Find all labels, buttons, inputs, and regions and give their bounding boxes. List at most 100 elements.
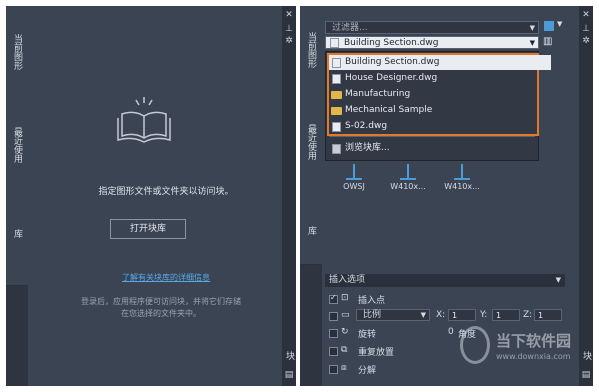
file-icon (332, 122, 341, 132)
chevron-down-icon: ▼ (529, 39, 535, 47)
watermark: 当下软件园 www.downxia.com (460, 324, 572, 370)
insert-options-title: 插入选项 (329, 275, 366, 285)
tab-library[interactable]: 库 (300, 190, 322, 265)
explode-icon: ⧈ (341, 363, 347, 373)
dropdown-divider (329, 136, 535, 137)
filter-placeholder: 过滤器... (332, 23, 368, 33)
repeat-placement-label: 重复放置 (358, 348, 395, 358)
z-label: Z: (523, 310, 533, 320)
block-glyph (353, 164, 355, 178)
chevron-down-icon: ▼ (420, 311, 426, 319)
tab-current-drawing[interactable]: 当前图形 (300, 6, 322, 99)
block-tile[interactable]: W410x... (388, 164, 428, 198)
gear-icon[interactable]: ✲ (581, 36, 591, 46)
x-scale-input[interactable]: 1 (448, 309, 476, 321)
block-glyph (461, 164, 463, 178)
block-name: OWSJ (343, 182, 365, 191)
y-scale-input[interactable]: 1 (492, 309, 520, 321)
right-title-strip: ✕ ⊥ ✲ 块 ▤ (579, 6, 593, 386)
tab-label: 最近使用 (306, 124, 316, 160)
tab-recent[interactable]: 最近使用 (300, 98, 322, 191)
palette-menu-icon[interactable]: ▤ (581, 370, 591, 380)
info-line-1: 登录后，应用程序便可访问块，并将它们存储 (81, 297, 241, 306)
dropdown-item-label: S-02.dwg (345, 121, 388, 131)
chevron-down-icon[interactable]: ▼ (557, 20, 562, 28)
open-book-icon (114, 94, 174, 144)
scale-checkbox[interactable] (329, 312, 338, 321)
folder-icon (331, 107, 342, 115)
x-label: X: (436, 310, 446, 320)
tab-label: 库 (12, 229, 22, 238)
scale-mode-select[interactable]: 比例 ▼ (356, 309, 430, 321)
block-tile[interactable]: W410x... (442, 164, 482, 198)
library-file-name: Building Section.dwg (344, 38, 439, 48)
dropdown-item-label: Building Section.dwg (345, 57, 440, 67)
browse-library-icon[interactable]: ▥ (543, 36, 555, 49)
repeat-icon: ⧉ (341, 345, 348, 355)
watermark-logo (460, 326, 490, 364)
view-mode-icon[interactable] (544, 21, 554, 31)
info-line-2: 在您选择的文件夹中。 (121, 309, 201, 318)
block-name: W410x... (390, 182, 426, 191)
filter-combo[interactable]: 过滤器... ▼ (325, 21, 539, 34)
dropdown-item[interactable]: Building Section.dwg (329, 55, 551, 70)
angle-value: 0 (448, 327, 454, 337)
chevron-down-icon: ▼ (555, 276, 561, 284)
repeat-placement-checkbox[interactable] (329, 347, 338, 356)
watermark-url: www.downxia.com (496, 352, 571, 361)
close-icon[interactable]: ✕ (581, 10, 591, 20)
palette-menu-icon[interactable]: ▤ (284, 370, 294, 380)
dropdown-item[interactable]: S-02.dwg (329, 119, 551, 134)
explode-checkbox[interactable] (329, 365, 338, 374)
file-icon (332, 58, 341, 68)
learn-more-link[interactable]: 了解有关块库的详细信息 (46, 272, 286, 283)
explode-label: 分解 (358, 366, 377, 376)
tab-library[interactable]: 库 (6, 193, 28, 286)
library-file-combo[interactable]: Building Section.dwg ▼ (325, 36, 539, 49)
scale-icon: ▭ (341, 310, 350, 320)
insertion-point-checkbox[interactable] (329, 293, 338, 304)
insertion-point-icon: ⊡ (341, 293, 349, 303)
z-scale-input[interactable]: 1 (534, 309, 562, 321)
file-icon (332, 74, 341, 84)
pin-icon[interactable]: ⊥ (581, 24, 591, 34)
rotate-icon: ↻ (341, 327, 349, 337)
browse-library-item[interactable]: 浏览块库... (329, 141, 551, 156)
dropdown-item[interactable]: Mechanical Sample (329, 103, 551, 118)
block-glyph (346, 178, 362, 180)
right-tab-column: 当前图形 最近使用 库 (300, 6, 322, 386)
dropdown-item-label: Mechanical Sample (345, 105, 433, 115)
info-text: 登录后，应用程序便可访问块，并将它们存储 在您选择的文件夹中。 (36, 296, 286, 320)
watermark-title: 当下软件园 (496, 332, 572, 350)
rotation-checkbox[interactable] (329, 329, 338, 338)
dropdown-item-label: House Designer.dwg (345, 73, 438, 83)
file-icon (330, 38, 339, 48)
tab-recent[interactable]: 最近使用 (6, 101, 28, 194)
pin-icon[interactable]: ⊥ (284, 24, 294, 34)
tab-label: 当前图形 (306, 32, 316, 68)
close-icon[interactable]: ✕ (284, 10, 294, 20)
gear-icon[interactable]: ✲ (284, 36, 294, 46)
browse-library-label: 浏览块库... (345, 143, 390, 153)
insert-options-header[interactable]: 插入选项 ▼ (325, 274, 565, 287)
open-library-button[interactable]: 打开块库 (110, 219, 186, 239)
empty-message: 指定图形文件或文件夹以访问块。 (98, 187, 234, 197)
library-icon (332, 144, 341, 154)
block-glyph (407, 164, 409, 178)
chevron-down-icon: ▼ (529, 24, 535, 32)
strip-label: 块 (581, 351, 591, 360)
right-block-palette: 当前图形 最近使用 库 过滤器... ▼ ▼ Building Section.… (300, 6, 593, 386)
library-dropdown: Building Section.dwg House Designer.dwg … (325, 51, 551, 161)
block-tile[interactable]: OWSJ (336, 164, 372, 198)
left-title-strip: ✕ ⊥ ✲ 块 ▤ (282, 6, 296, 386)
block-glyph (454, 178, 470, 180)
dropdown-item[interactable]: Manufacturing (329, 87, 551, 102)
block-gallery: OWSJ W410x... W410x... (336, 164, 536, 198)
scale-mode-value: 比例 (363, 310, 382, 320)
tab-current-drawing[interactable]: 当前图形 (6, 6, 28, 102)
folder-icon (331, 91, 342, 99)
insertion-point-label: 插入点 (358, 296, 386, 306)
dropdown-item[interactable]: House Designer.dwg (329, 71, 551, 86)
tab-label: 当前图形 (12, 34, 22, 70)
tab-label: 库 (306, 226, 316, 235)
